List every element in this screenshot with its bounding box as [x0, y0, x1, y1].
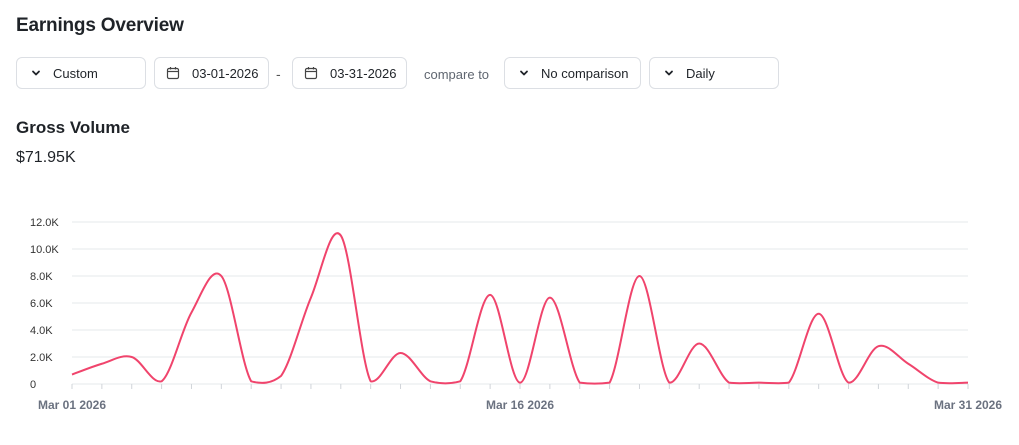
y-tick-label: 6.0K	[30, 298, 53, 310]
y-tick-label: 0	[30, 379, 36, 391]
data-point[interactable]	[249, 379, 253, 383]
data-point[interactable]	[847, 381, 851, 385]
data-point[interactable]	[219, 274, 223, 278]
data-point[interactable]	[608, 381, 612, 385]
data-point[interactable]	[578, 381, 582, 385]
data-point[interactable]	[787, 381, 791, 385]
data-point[interactable]	[488, 293, 492, 297]
chevron-down-icon	[32, 70, 40, 76]
end-date-value: 03-31-2026	[330, 65, 397, 81]
data-point[interactable]	[936, 381, 940, 385]
data-point[interactable]	[757, 381, 761, 385]
date-range-separator: -	[276, 66, 281, 82]
data-point[interactable]	[309, 296, 313, 300]
y-tick-label: 10.0K	[30, 244, 59, 256]
y-tick-label: 12.0K	[30, 217, 59, 229]
chevron-down-icon	[520, 70, 528, 76]
x-tick-label: Mar 01 2026	[38, 398, 106, 412]
y-tick-label: 8.0K	[30, 271, 53, 283]
interval-value: Daily	[686, 65, 715, 81]
y-tick-label: 2.0K	[30, 352, 53, 364]
data-point[interactable]	[727, 381, 731, 385]
data-point[interactable]	[906, 362, 910, 366]
data-point[interactable]	[548, 296, 552, 300]
data-point[interactable]	[70, 373, 74, 377]
y-tick-label: 4.0K	[30, 325, 53, 337]
data-point[interactable]	[518, 381, 522, 385]
series-line	[71, 232, 969, 385]
data-point[interactable]	[279, 374, 283, 378]
metric-title: Gross Volume	[16, 118, 130, 137]
start-date-value: 03-01-2026	[192, 65, 259, 81]
data-point[interactable]	[189, 310, 193, 314]
end-date-field[interactable]: 03-31-2026	[292, 57, 407, 89]
comparison-value: No comparison	[541, 65, 629, 81]
page-title: Earnings Overview	[16, 15, 184, 36]
comparison-dropdown[interactable]: No comparison	[504, 57, 641, 89]
data-point[interactable]	[697, 342, 701, 346]
data-point[interactable]	[667, 381, 671, 385]
data-point[interactable]	[339, 234, 343, 238]
data-point[interactable]	[458, 379, 462, 383]
x-tick-label: Mar 16 2026	[486, 398, 554, 412]
metric-total: $71.95K	[16, 149, 76, 166]
x-tick-label: Mar 31 2026	[934, 398, 1002, 412]
range-preset-value: Custom	[53, 65, 98, 81]
data-point[interactable]	[100, 362, 104, 366]
data-point[interactable]	[399, 351, 403, 355]
calendar-icon	[304, 67, 318, 80]
data-point[interactable]	[637, 274, 641, 278]
data-point[interactable]	[876, 344, 880, 348]
data-point[interactable]	[428, 379, 432, 383]
calendar-icon	[166, 67, 180, 80]
data-point[interactable]	[369, 379, 373, 383]
range-preset-dropdown[interactable]: Custom	[16, 57, 146, 89]
start-date-field[interactable]: 03-01-2026	[154, 57, 269, 89]
data-point[interactable]	[966, 381, 970, 385]
gross-volume-chart: 0 2.0K 4.0K 6.0K 8.0K 10.0K 12.0K Mar 01 2026 Ma…	[30, 217, 1002, 412]
chevron-down-icon	[665, 70, 673, 76]
interval-dropdown[interactable]: Daily	[649, 57, 779, 89]
data-point[interactable]	[817, 312, 821, 316]
data-point[interactable]	[160, 379, 164, 383]
compare-to-label: compare to	[424, 67, 490, 82]
data-point[interactable]	[130, 355, 134, 359]
